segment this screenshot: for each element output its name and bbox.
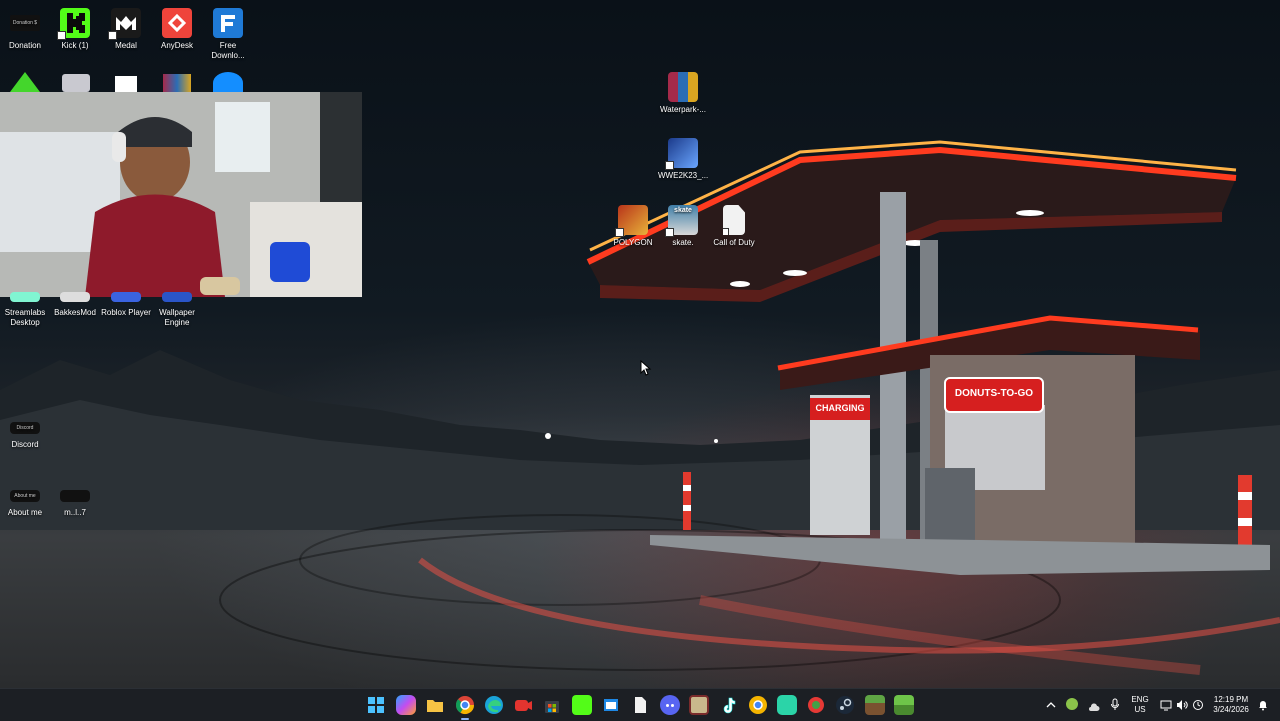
streamlabs-icon: [10, 292, 40, 302]
show-hidden-icons-chevron-icon[interactable]: [1045, 698, 1057, 710]
kick-taskbar-icon[interactable]: [572, 695, 592, 715]
winrar-icon[interactable]: [163, 74, 191, 92]
region-code: US: [1134, 705, 1146, 714]
webcam-overlay: [0, 92, 362, 297]
cloud-icon[interactable]: [1088, 699, 1100, 711]
volume-icon[interactable]: [1176, 698, 1188, 710]
about-me-widget-icon: About me: [10, 490, 40, 502]
webcam-person-illustration: [0, 92, 362, 297]
medal-icon: [108, 8, 141, 40]
language-indicator[interactable]: ENG US: [1128, 695, 1152, 715]
desktop-icon-ml7[interactable]: m..l..7: [50, 490, 100, 518]
polygon-game-icon: [615, 205, 648, 237]
desktop-icon-kick[interactable]: Kick (1): [50, 8, 100, 51]
kick-icon: [57, 8, 90, 40]
steam-icon[interactable]: [835, 695, 855, 715]
desktop-icon-about-me[interactable]: About me About me: [0, 490, 50, 518]
discord-icon[interactable]: [660, 695, 680, 715]
clock-time: 12:19 PM: [1213, 695, 1249, 704]
discord-widget-icon: Discord: [10, 422, 40, 434]
free-download-manager-icon: [213, 8, 243, 38]
desktop-icon-waterpark[interactable]: Waterpark-...: [658, 72, 708, 115]
desktop-icon-polygon[interactable]: POLYGON: [608, 205, 658, 248]
desktop-icon-free-download[interactable]: Free Downlo...: [203, 8, 253, 61]
minecraft-launcher-icon[interactable]: [894, 695, 914, 715]
file-explorer-icon[interactable]: [425, 695, 445, 715]
desktop-icon-wallpaper-engine[interactable]: Wallpaper Engine: [152, 292, 202, 328]
mouse-cursor-icon: [640, 360, 652, 376]
donation-widget-icon: Donation $: [10, 15, 40, 31]
start-button[interactable]: [366, 695, 386, 715]
file-icon: [723, 205, 745, 235]
desktop-icon-call-of-duty[interactable]: Call of Duty: [709, 205, 759, 248]
battlenet-icon[interactable]: [213, 72, 243, 94]
desktop-icon-roblox-player[interactable]: Roblox Player: [101, 292, 151, 318]
charging-sign: CHARGING: [815, 403, 865, 413]
desktop-icon-anydesk[interactable]: AnyDesk: [152, 8, 202, 51]
clock-date: 3/24/2026: [1213, 705, 1249, 714]
chat-app-icon[interactable]: [777, 695, 797, 715]
media-player-icon[interactable]: [806, 695, 826, 715]
language-code: ENG: [1131, 695, 1149, 704]
roblox-icon: [111, 292, 141, 302]
anydesk-icon: [162, 8, 192, 38]
winrar-archive-icon: [668, 72, 698, 102]
chrome-icon[interactable]: [455, 695, 475, 720]
tiktok-icon[interactable]: [718, 695, 738, 715]
tray-app-icon[interactable]: [1066, 698, 1078, 710]
battery-icon[interactable]: [1192, 698, 1204, 710]
windows-logo-icon: [368, 697, 384, 713]
skate-game-icon: skate: [665, 205, 698, 237]
desktop-icon-donation[interactable]: Donation $ Donation: [0, 8, 50, 51]
bakkesmod-icon: [60, 292, 90, 302]
copilot-icon[interactable]: [396, 695, 416, 715]
desktop-icon-medal[interactable]: Medal: [101, 8, 151, 51]
notification-bell-icon[interactable]: [1257, 698, 1269, 711]
photo-app-icon[interactable]: [689, 695, 709, 715]
document-icon[interactable]: [630, 695, 650, 715]
donuts-sign: DONUTS-TO-GO: [954, 388, 1034, 399]
network-icon[interactable]: [1160, 698, 1172, 711]
app-icon-partial[interactable]: [62, 74, 90, 92]
chrome-profile-icon[interactable]: [748, 695, 768, 715]
recording-app-icon[interactable]: [513, 695, 533, 715]
microphone-icon[interactable]: [1110, 698, 1120, 711]
wallpaper-engine-icon: [162, 292, 192, 302]
microsoft-store-icon[interactable]: [542, 695, 562, 715]
edge-icon[interactable]: [484, 695, 504, 715]
roblox-studio-icon[interactable]: [115, 76, 137, 92]
wwe2k23-icon: [665, 138, 698, 170]
desktop-icon-skate[interactable]: skate skate.: [658, 205, 708, 248]
minecraft-icon[interactable]: [865, 695, 885, 715]
window-app-icon[interactable]: [601, 695, 621, 715]
desktop-icon-streamlabs[interactable]: Streamlabs Desktop: [0, 292, 50, 328]
taskbar: ENG US 12:19 PM 3/24/2026: [0, 688, 1280, 721]
desktop-icon-bakkesmod[interactable]: BakkesMod: [50, 292, 100, 318]
ml7-widget-icon: [60, 490, 90, 502]
desktop-icon-discord[interactable]: Discord Discord: [0, 422, 50, 450]
clock[interactable]: 12:19 PM 3/24/2026: [1208, 695, 1254, 715]
desktop-icon-wwe2k23[interactable]: WWE2K23_...: [658, 138, 708, 181]
